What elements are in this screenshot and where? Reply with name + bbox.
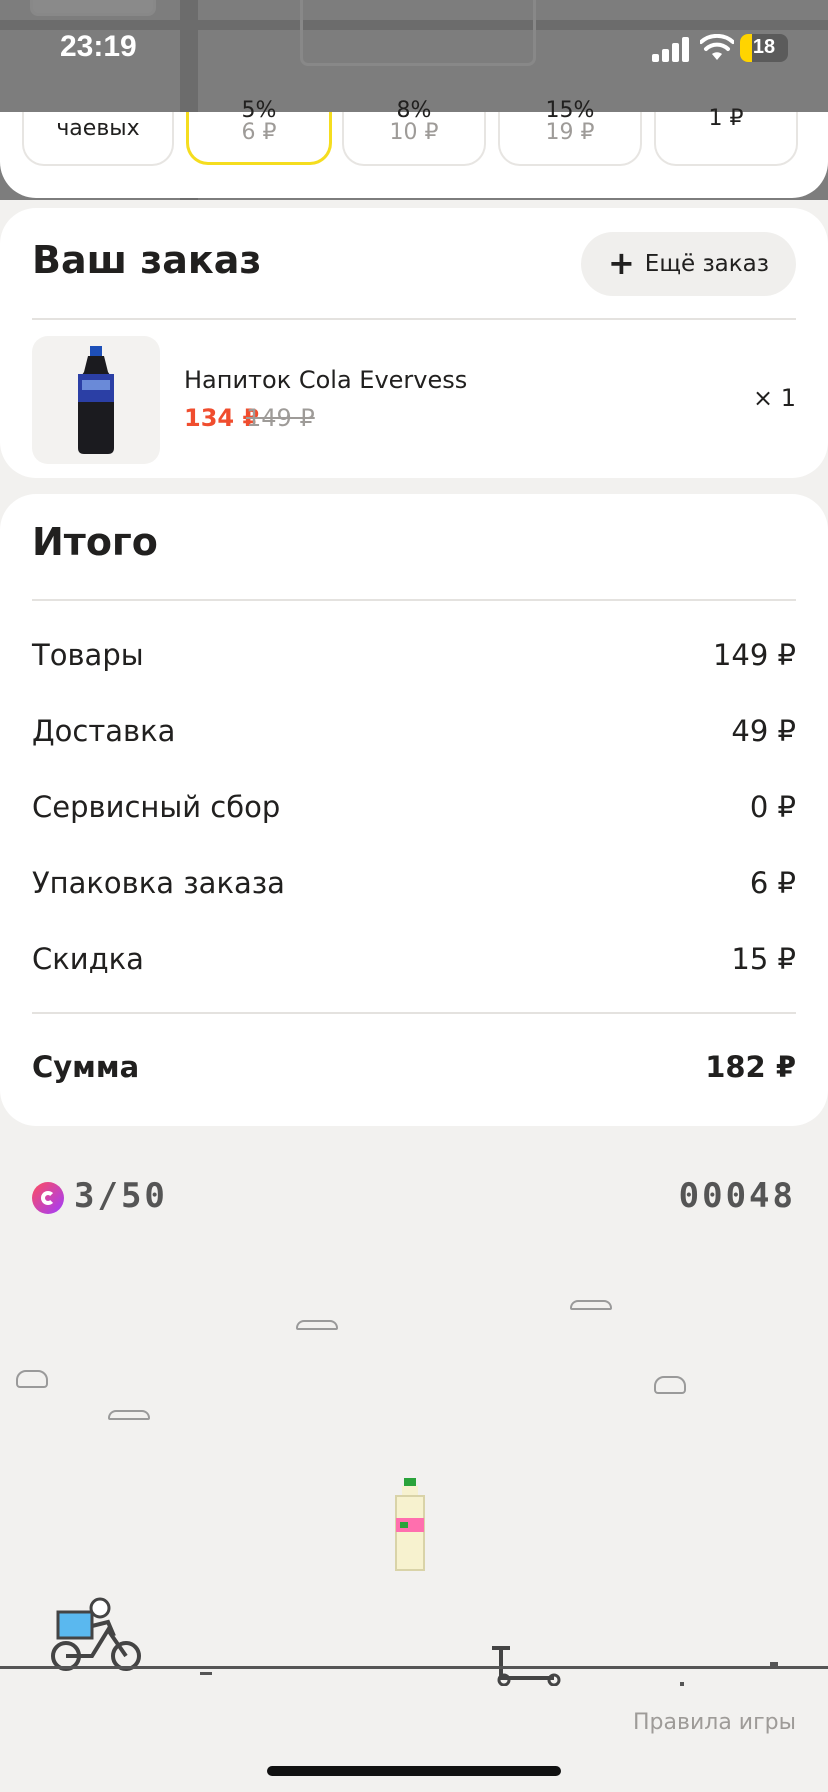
row-value: 6 ₽ [749,866,796,900]
product-name: Напиток Cola Evervess [184,366,468,394]
row-label: Доставка [32,714,176,748]
cloud-icon [16,1370,48,1388]
tip-option-15[interactable]: 15% 19 ₽ [498,98,642,166]
order-title: Ваш заказ [32,238,262,282]
add-order-button[interactable]: + Ещё заказ [581,232,796,296]
tip-label: чаевых [56,116,140,141]
total-row-sum: Сумма 182 ₽ [32,1050,796,1090]
battery-icon: 18 [740,34,788,62]
plus-icon: + [607,243,635,282]
wifi-icon [700,34,734,60]
tip-percent: 15% [545,98,595,123]
row-label: Товары [32,638,144,672]
product-thumbnail[interactable] [32,336,160,464]
signal-icon [652,36,692,62]
cloud-icon [654,1376,686,1394]
row-value: 49 ₽ [731,714,796,748]
status-bar: 23:19 18 [0,0,828,100]
total-row-goods: Товары 149 ₽ [32,638,796,678]
row-label: Сервисный сбор [32,790,281,824]
coin-icon [32,1182,64,1214]
ground-pebble [680,1682,684,1686]
runner-game[interactable]: 3/50 00048 [0,1126,828,1792]
tip-percent: 1 ₽ [708,106,744,131]
tip-option-8[interactable]: 8% 10 ₽ [342,98,486,166]
ground-pebble [200,1672,212,1675]
score-counter: 00048 [678,1176,796,1216]
tip-percent: 8% [396,98,432,123]
total-row-delivery: Доставка 49 ₽ [32,714,796,754]
cloud-icon [296,1320,338,1330]
tip-amount: 10 ₽ [389,120,439,145]
scooter-obstacle-icon [492,1646,561,1686]
row-value: 0 ₽ [749,790,796,824]
total-row-packaging: Упаковка заказа 6 ₽ [32,866,796,906]
cola-bottle-icon [78,346,114,454]
row-value: 149 ₽ [712,638,796,672]
tip-option-none[interactable]: чаевых [22,112,174,166]
courier-bike-icon [51,1597,141,1671]
sum-label: Сумма [32,1050,140,1084]
tip-amount: 19 ₽ [545,120,595,145]
cloud-icon [108,1410,150,1420]
battery-level: 18 [752,36,776,58]
total-title: Итого [32,520,158,564]
home-indicator[interactable] [267,1766,561,1776]
tips-card: чаевых 5% 6 ₽ 8% 10 ₽ 15% 19 ₽ 1 ₽ [0,98,828,198]
divider [32,318,796,320]
divider [32,1012,796,1014]
order-card: Ваш заказ + Ещё заказ Напиток Cola Everv… [0,208,828,478]
tip-percent: 5% [241,98,277,123]
total-row-discount: Скидка 15 ₽ [32,942,796,982]
game-rules-link[interactable]: Правила игры [633,1710,796,1735]
total-card: Итого Товары 149 ₽ Доставка 49 ₽ Сервисн… [0,494,828,1126]
add-order-label: Ещё заказ [644,251,769,277]
sum-value: 182 ₽ [705,1050,796,1084]
status-time: 23:19 [60,30,137,63]
product-quantity: × 1 [752,384,796,412]
row-value: 15 ₽ [731,942,796,976]
coins-counter: 3/50 [74,1176,168,1216]
total-row-service-fee: Сервисный сбор 0 ₽ [32,790,796,830]
row-label: Скидка [32,942,144,976]
product-price-original: 149 ₽ [246,404,315,432]
tip-option-custom[interactable]: 1 ₽ [654,106,798,166]
bottle-item-icon [395,1478,425,1571]
cloud-icon [570,1300,612,1310]
divider [32,599,796,601]
game-ground-line [0,1666,828,1669]
tip-amount: 6 ₽ [241,120,277,145]
tip-option-5[interactable]: 5% 6 ₽ [186,98,332,165]
row-label: Упаковка заказа [32,866,285,900]
